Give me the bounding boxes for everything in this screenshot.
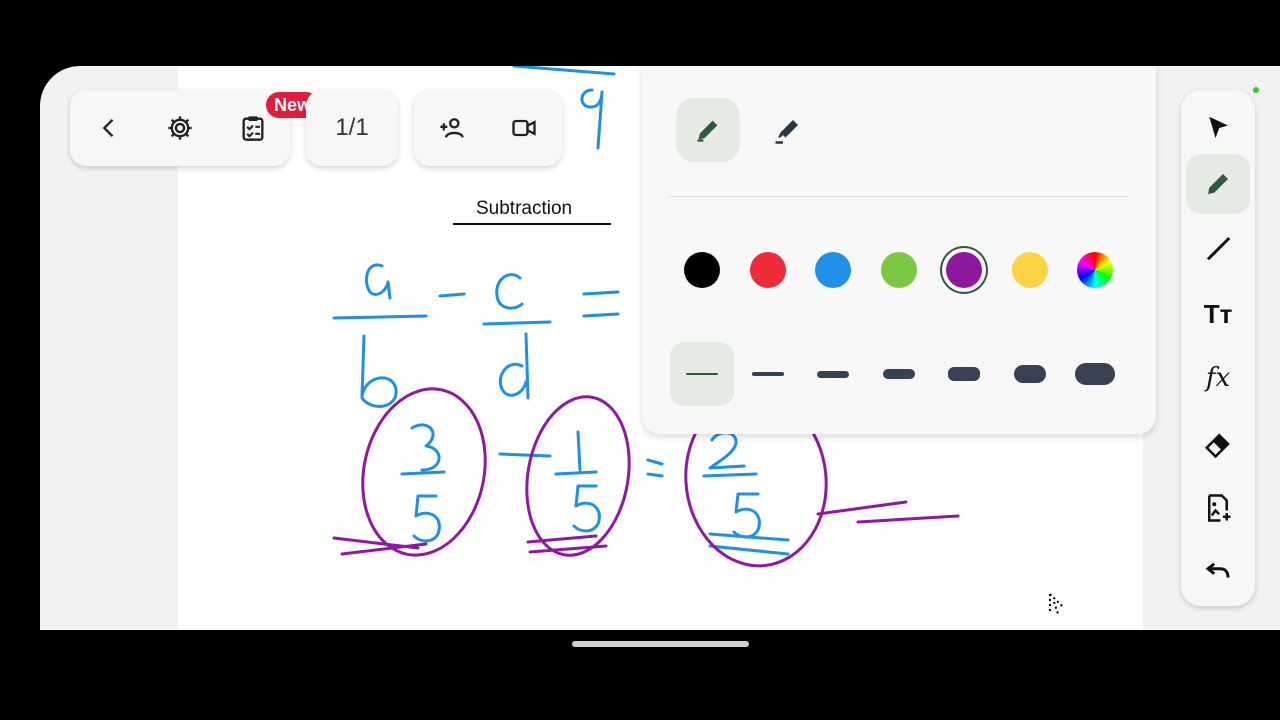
highlighter-tool-tab[interactable]	[756, 98, 820, 162]
status-dot	[1253, 87, 1259, 93]
ink-letter-d	[498, 332, 530, 400]
undo-tool[interactable]	[1186, 540, 1250, 600]
ink-double-underline	[708, 532, 790, 556]
text-tool[interactable]: Tт	[1186, 284, 1250, 344]
select-tool[interactable]	[1186, 98, 1250, 158]
ink-underline-1	[332, 536, 428, 556]
thickness-4[interactable]	[867, 342, 931, 406]
app-screen: Subtraction New 1/1 Tт fx	[40, 66, 1280, 630]
pen-tool[interactable]	[1186, 154, 1250, 214]
panel-divider	[669, 196, 1129, 197]
ink-tail	[816, 500, 960, 524]
ink-equals	[582, 290, 620, 318]
ink-digit-5c	[732, 492, 761, 539]
eraser-tool[interactable]	[1186, 414, 1250, 474]
chevron-left-icon[interactable]	[87, 106, 131, 150]
thickness-6[interactable]	[998, 342, 1062, 406]
image-add-icon	[1208, 494, 1231, 522]
thickness-2[interactable]	[736, 342, 800, 406]
home-indicator[interactable]	[572, 641, 749, 647]
formula-tool[interactable]: fx	[1186, 348, 1250, 408]
ink-digit-5a	[412, 494, 441, 543]
ink-fraction-bar-25	[702, 472, 758, 478]
line-tool[interactable]	[1186, 218, 1250, 278]
video-camera-icon[interactable]	[502, 106, 546, 150]
eraser-icon	[1204, 433, 1230, 459]
ink-fraction-bar-ab	[332, 314, 428, 320]
function-icon: fx	[1205, 363, 1231, 393]
color-red[interactable]	[750, 252, 786, 288]
thickness-5[interactable]	[932, 342, 996, 406]
ink-digit-3	[400, 423, 446, 476]
color-yellow[interactable]	[1012, 252, 1048, 288]
highlighter-icon	[775, 120, 798, 144]
gear-icon[interactable]	[158, 106, 202, 150]
ink-letter-b	[360, 334, 398, 408]
undo-icon	[1205, 562, 1230, 578]
nav-toolbar	[70, 90, 290, 166]
thickness-1[interactable]	[670, 342, 734, 406]
add-image-tool[interactable]	[1186, 478, 1250, 538]
thickness-7[interactable]	[1063, 342, 1127, 406]
ink-digit-1	[554, 430, 598, 476]
pen-settings-panel	[642, 66, 1156, 434]
add-people-icon[interactable]	[430, 106, 474, 150]
ink-top-line	[512, 66, 616, 76]
ink-minus	[438, 292, 466, 298]
color-blue[interactable]	[815, 252, 851, 288]
ink-minus-2	[498, 452, 552, 458]
color-black[interactable]	[684, 252, 720, 288]
color-green[interactable]	[881, 252, 917, 288]
pen-tool-tab[interactable]	[676, 98, 740, 162]
mouse-cursor-icon	[1049, 593, 1063, 615]
ink-equals-2	[646, 458, 664, 478]
ink-fraction-bar-cd	[482, 320, 552, 326]
ink-letter-c	[495, 273, 524, 310]
pencil-icon	[697, 120, 718, 142]
page-counter: 1/1	[335, 114, 369, 141]
line-icon	[1206, 236, 1231, 261]
ink-letter-a	[365, 263, 392, 300]
collab-toolbar	[414, 90, 562, 166]
color-custom[interactable]	[1077, 252, 1113, 288]
ink-digit-5b	[572, 484, 601, 533]
right-toolbar: Tт fx	[1181, 90, 1255, 606]
thickness-3[interactable]	[801, 342, 865, 406]
ink-digit-2	[708, 431, 746, 470]
color-purple[interactable]	[946, 252, 982, 288]
ink-top-nine	[580, 88, 604, 150]
text-icon: Tт	[1203, 298, 1233, 329]
pencil-icon	[1208, 174, 1228, 194]
arrow-cursor-icon	[1209, 116, 1228, 138]
page-counter-card[interactable]: 1/1	[306, 90, 398, 166]
